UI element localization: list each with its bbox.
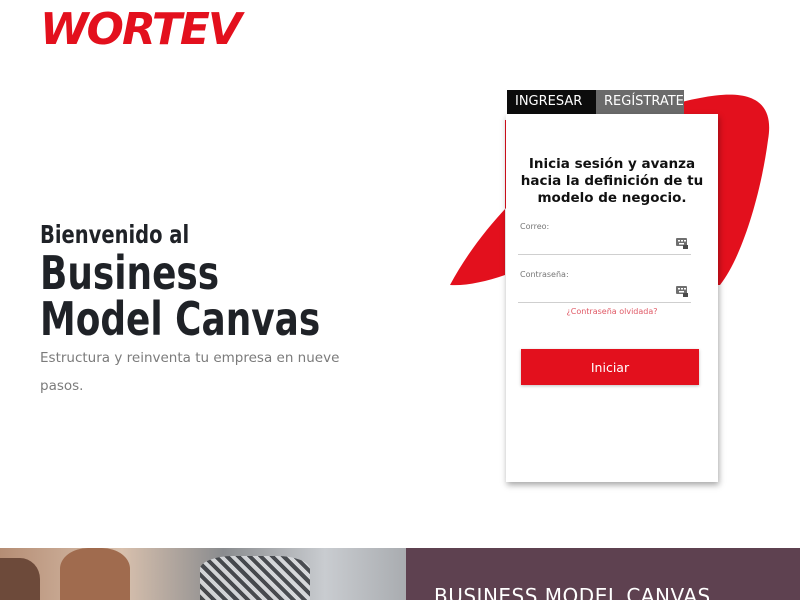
email-field[interactable] xyxy=(518,234,668,252)
login-card: Inicia sesión y avanza hacia la definici… xyxy=(506,114,718,482)
keyboard-icon xyxy=(676,284,688,297)
hero-description: Estructura y reinventa tu empresa en nue… xyxy=(40,350,340,394)
email-underline xyxy=(518,254,691,255)
login-button[interactable]: Iniciar xyxy=(521,349,699,385)
auth-tabs: INGRESAR REGÍSTRATE xyxy=(507,90,684,114)
hero-title-line1: Business xyxy=(40,246,220,300)
hero-heading: Bienvenido al Business Model Canvas xyxy=(40,220,380,342)
forgot-password-link[interactable]: ¿Contraseña olvidada? xyxy=(506,307,718,316)
email-label: Correo: xyxy=(520,222,550,231)
team-photo xyxy=(0,548,406,600)
bmc-info-panel: BUSINESS MODEL CANVAS xyxy=(406,548,800,600)
hero-title-line2: Model Canvas xyxy=(40,292,321,346)
photo-detail xyxy=(200,556,310,600)
brand-logo[interactable]: WORTEV xyxy=(40,4,268,50)
password-field[interactable] xyxy=(518,282,668,300)
password-label: Contraseña: xyxy=(520,270,569,279)
photo-detail xyxy=(60,548,130,600)
logo-graphic: WORTEV xyxy=(40,4,247,50)
login-title: Inicia sesión y avanza hacia la definici… xyxy=(520,156,704,206)
tab-login[interactable]: INGRESAR xyxy=(507,90,596,114)
password-underline xyxy=(518,302,691,303)
photo-detail xyxy=(0,558,40,600)
bmc-panel-title: BUSINESS MODEL CANVAS xyxy=(434,584,711,600)
tab-register[interactable]: REGÍSTRATE xyxy=(596,90,684,114)
logo-text: WORTEV xyxy=(40,4,245,50)
keyboard-icon xyxy=(676,236,688,249)
